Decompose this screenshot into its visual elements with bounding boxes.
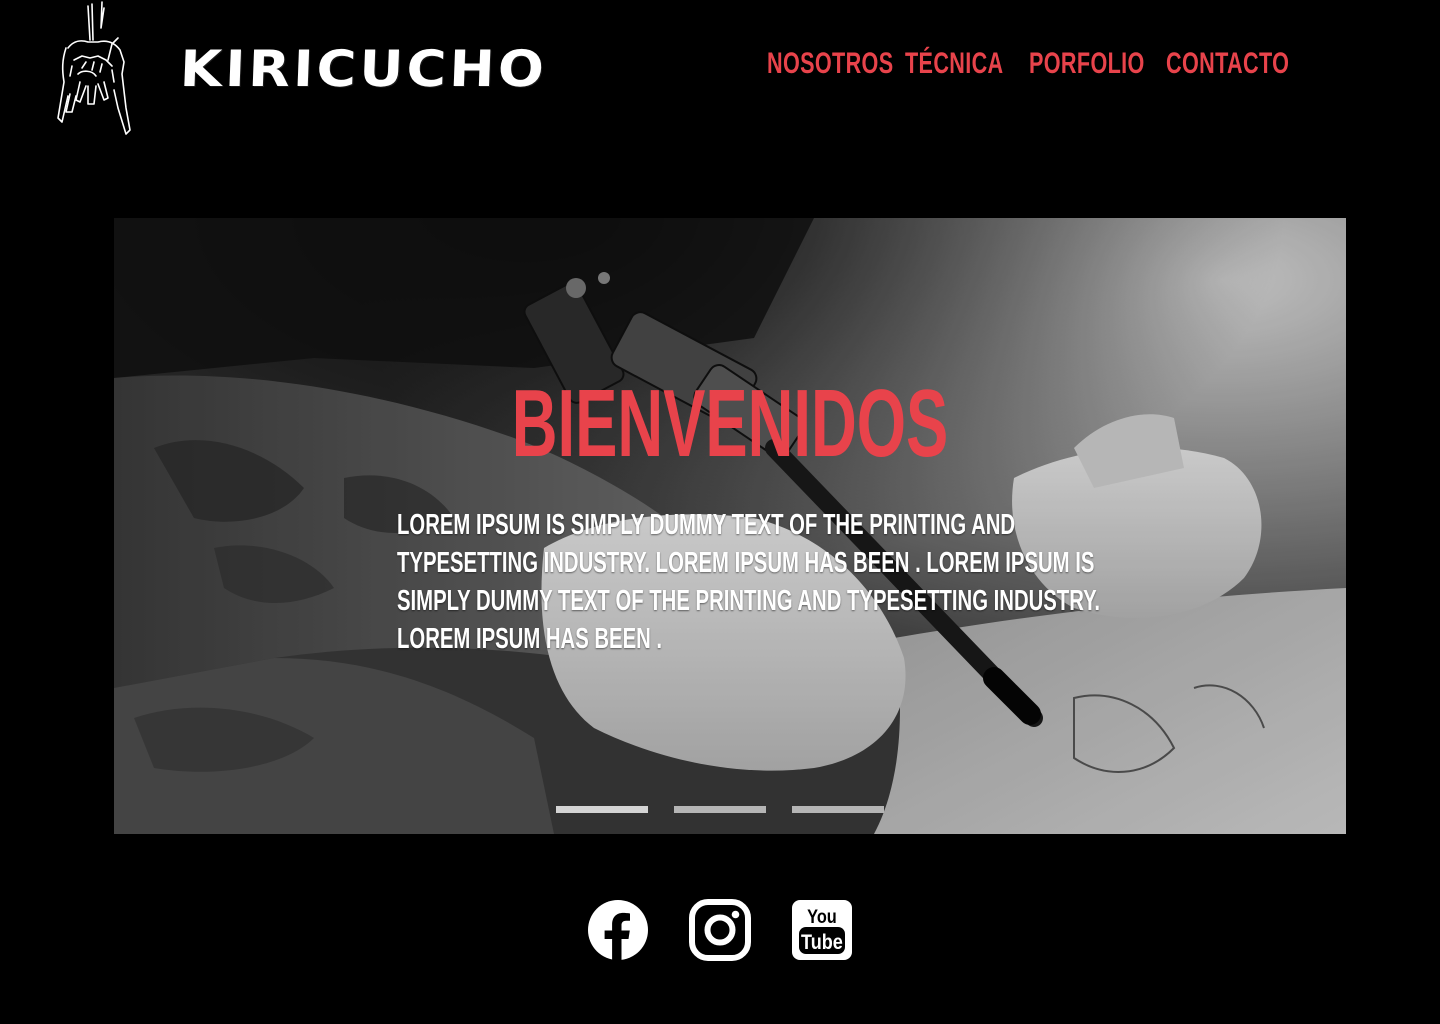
- carousel-indicator-1[interactable]: [556, 806, 648, 813]
- hero-title: BIENVENIDOS: [511, 370, 949, 477]
- page: KIRICUCHO NOSOTROS TÉCNICA PORFOLIO CONT…: [0, 0, 1440, 1024]
- carousel-indicator-3[interactable]: [792, 806, 884, 813]
- rock-hand-icon[interactable]: [52, 0, 136, 136]
- carousel-indicator-2[interactable]: [674, 806, 766, 813]
- nav-item-porfolio[interactable]: PORFOLIO: [1029, 42, 1145, 86]
- facebook-icon: [588, 900, 648, 961]
- nav-item-nosotros[interactable]: NOSOTROS: [767, 42, 893, 86]
- instagram-icon: [689, 899, 751, 961]
- hero-carousel: BIENVENIDOS Lorem Ipsum is simply dummy …: [114, 218, 1346, 834]
- nav-item-contacto[interactable]: CONTACTO: [1166, 42, 1289, 86]
- youtube-label-bottom: Tube: [801, 931, 843, 955]
- instagram-link[interactable]: [689, 899, 751, 961]
- facebook-link[interactable]: [587, 899, 649, 961]
- youtube-label-top: You: [807, 906, 837, 927]
- hero-description: Lorem Ipsum is simply dummy text of the …: [397, 509, 1101, 655]
- youtube-icon: You Tube: [792, 900, 852, 960]
- nav-item-tecnica[interactable]: TÉCNICA: [905, 42, 1004, 86]
- youtube-link[interactable]: You Tube: [791, 899, 853, 961]
- brand-logo-text[interactable]: KIRICUCHO: [179, 40, 548, 98]
